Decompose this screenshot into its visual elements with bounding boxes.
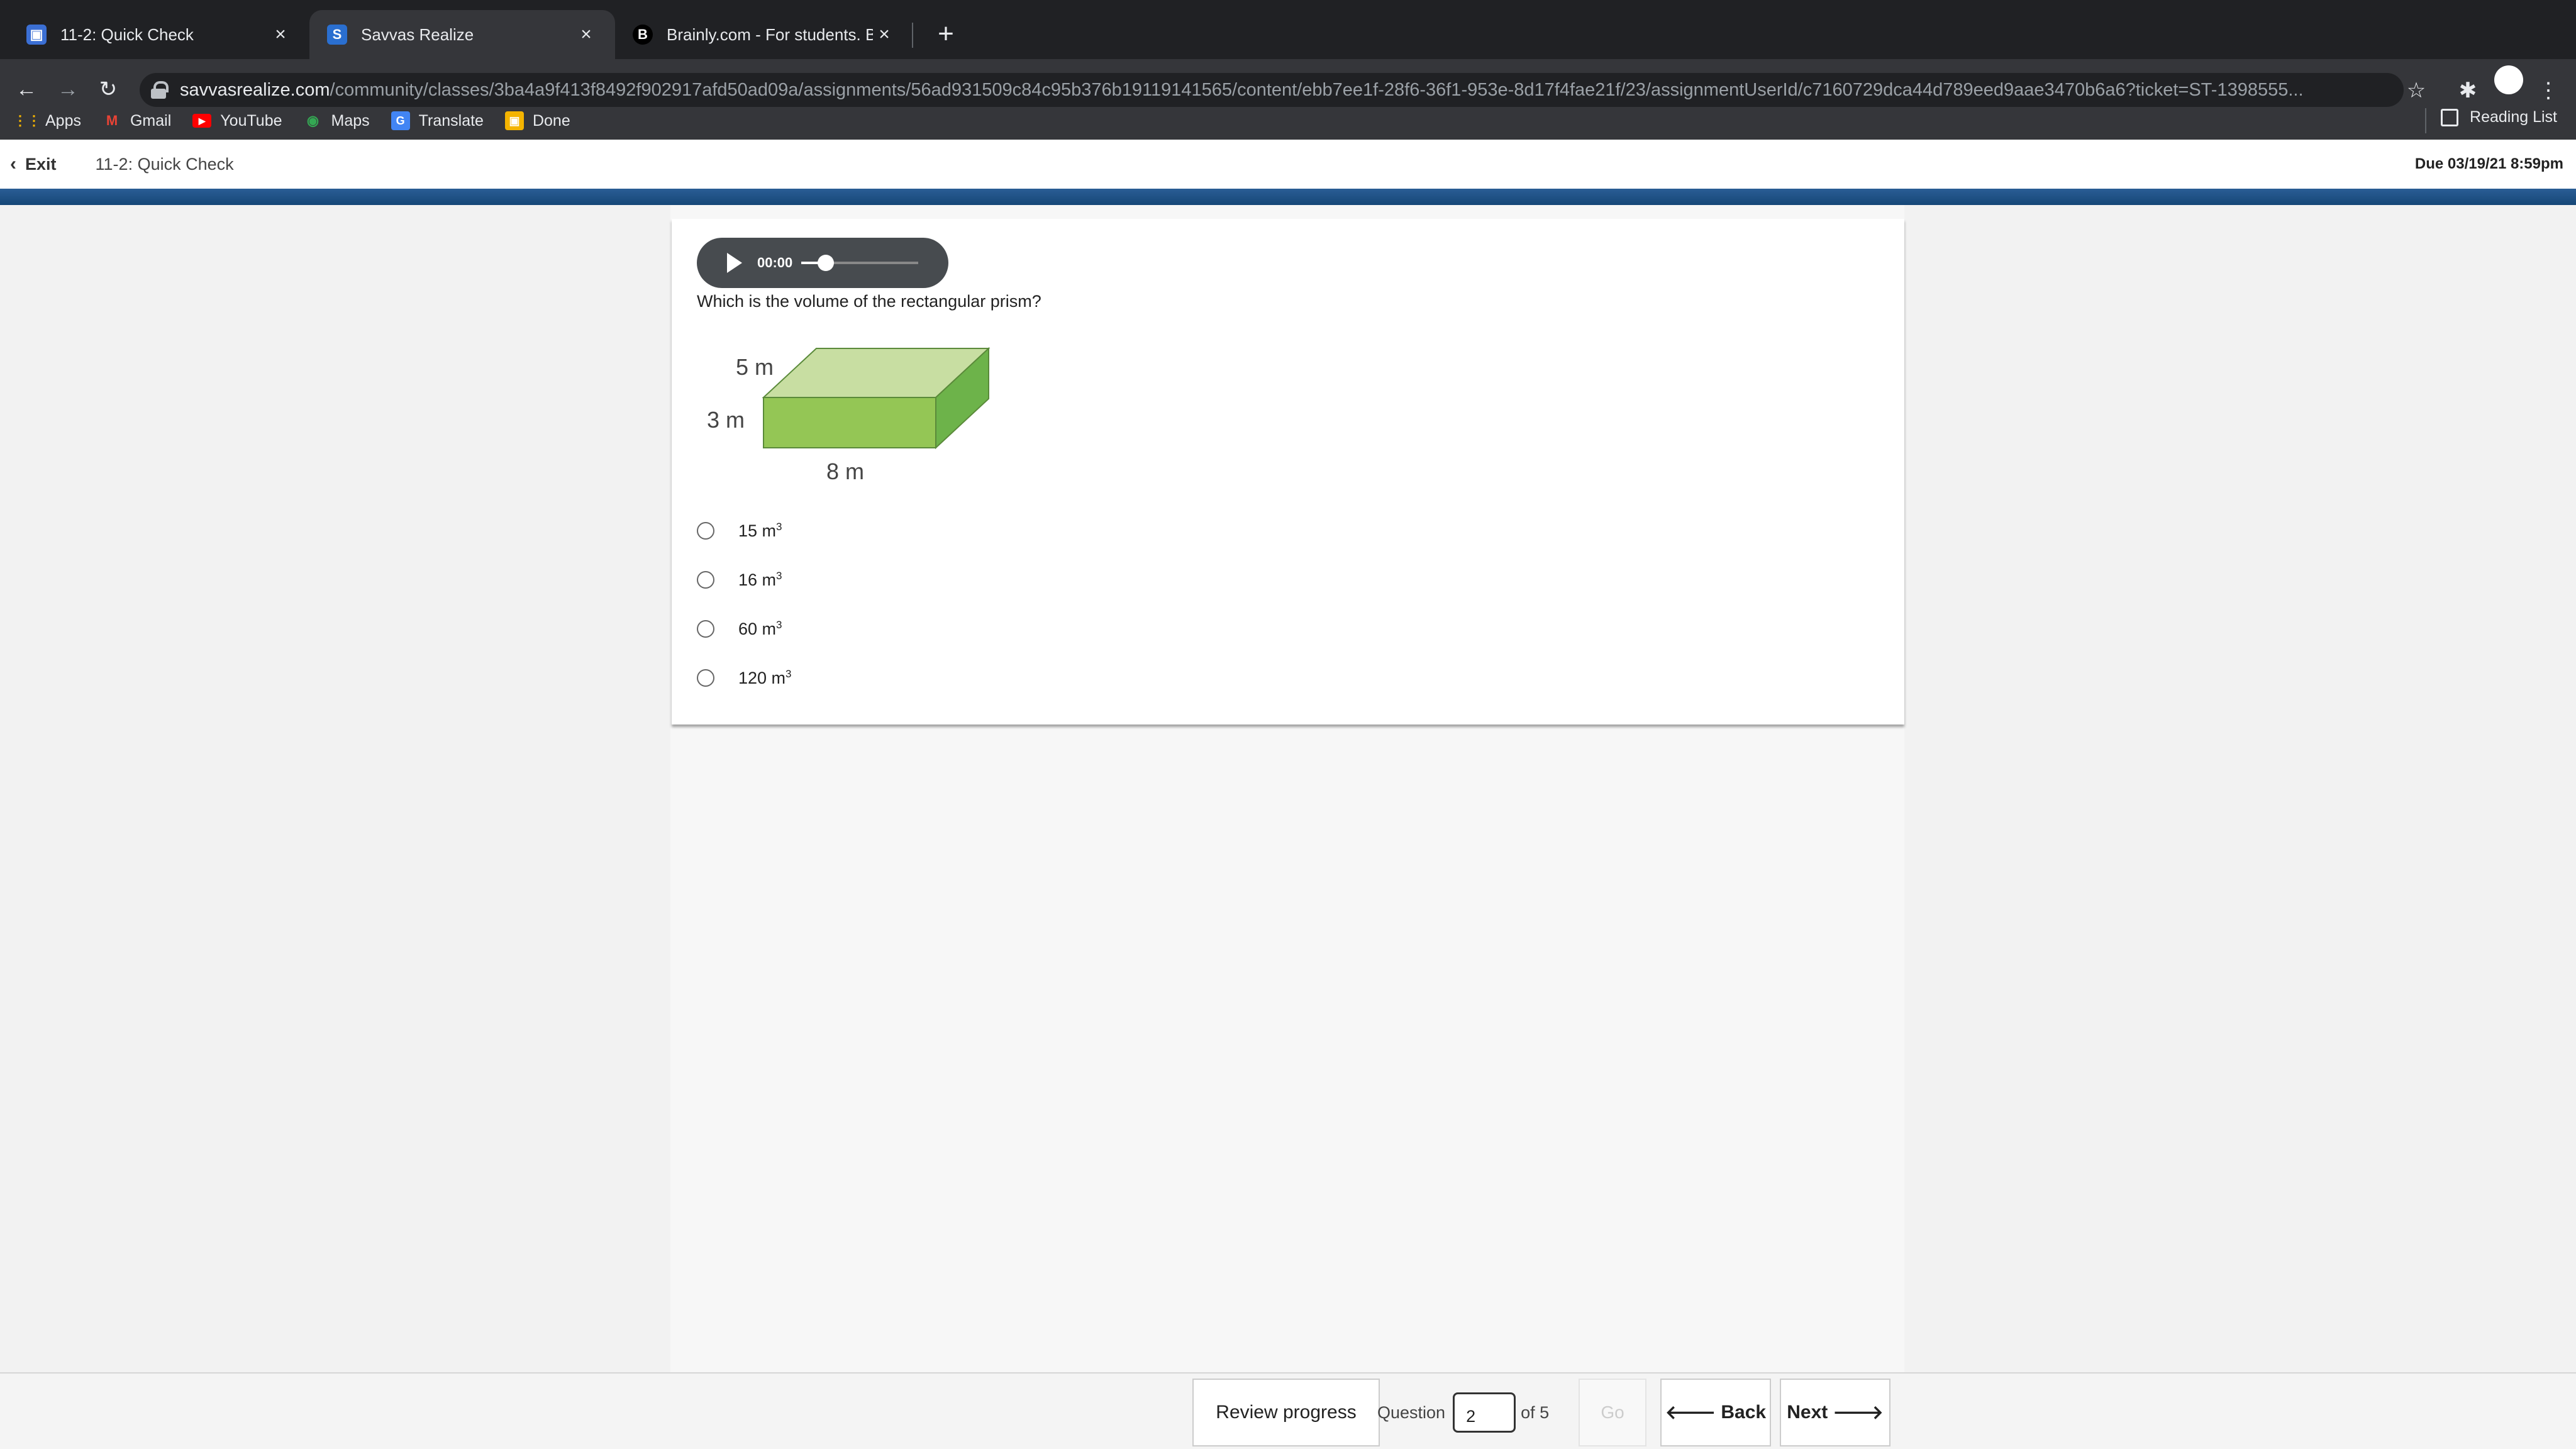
apps-grid-icon: ⋮⋮ (13, 113, 41, 128)
prism-front-face (763, 397, 936, 448)
close-tab-icon[interactable]: × (269, 24, 292, 45)
next-button[interactable]: Next 🡒 (1780, 1379, 1890, 1446)
classroom-icon: ▣ (504, 111, 524, 130)
audio-time: 00:00 (757, 255, 793, 270)
question-label: Question (1377, 1402, 1446, 1422)
browser-tab-bar: ▣ 11-2: Quick Check × S Savvas Realize ×… (0, 0, 2576, 59)
option-label: 60 m3 (738, 619, 782, 639)
option-label: 120 m3 (738, 668, 792, 688)
audio-seek-handle[interactable] (817, 255, 834, 271)
bookmark-label: Translate (418, 111, 484, 130)
question-number-input[interactable] (1453, 1392, 1516, 1433)
maps-pin-icon: ◉ (306, 113, 319, 128)
option-exponent: 3 (776, 521, 782, 533)
back-label: Back (1721, 1402, 1767, 1423)
option-exponent: 3 (786, 668, 792, 680)
radio-button[interactable] (697, 620, 714, 638)
page-title: 11-2: Quick Check (95, 154, 234, 174)
url-path: /community/classes/3ba4a9f413f8492f90291… (330, 79, 2304, 100)
classroom-icon: ▣ (26, 25, 47, 45)
option-exponent: 3 (776, 619, 782, 631)
question-text: Which is the volume of the rectangular p… (697, 292, 1041, 311)
header-accent-bar (0, 189, 2576, 205)
bookmark-translate[interactable]: G Translate (391, 111, 484, 130)
radio-button[interactable] (697, 571, 714, 589)
question-total: of 5 (1521, 1402, 1550, 1422)
youtube-icon: ▶ (192, 114, 212, 128)
audio-seek-slider[interactable] (801, 255, 919, 271)
answer-option[interactable]: 120 m3 (697, 668, 792, 688)
option-label: 15 m3 (738, 521, 782, 541)
go-label: Go (1601, 1402, 1624, 1422)
url-text[interactable]: savvasrealize.com/community/classes/3ba4… (180, 80, 2394, 101)
savvas-logo-icon: S (327, 25, 347, 45)
bookmark-label: Gmail (130, 111, 172, 130)
question-navigator: Question of 5 (1377, 1379, 1549, 1446)
bookmark-label: Maps (331, 111, 370, 130)
due-date: Due 03/19/21 8:59pm (2414, 155, 2563, 172)
option-value: 60 m (738, 619, 777, 638)
radio-button[interactable] (697, 522, 714, 540)
close-tab-icon[interactable]: × (873, 24, 896, 45)
option-value: 16 m (738, 570, 777, 589)
reading-list-label: Reading List (2470, 108, 2557, 126)
rectangular-prism-figure: 5 m 3 m 8 m (707, 347, 991, 484)
review-progress-label: Review progress (1216, 1402, 1357, 1423)
bookmark-youtube[interactable]: ▶ YouTube (192, 112, 282, 130)
bookmark-label: YouTube (220, 111, 282, 130)
tab-title: Brainly.com - For students. By (667, 25, 873, 44)
bookmarks-separator (2425, 108, 2426, 133)
new-tab-icon[interactable]: + (927, 15, 965, 53)
assessment-footer: Review progress Question of 5 Go 🡐 Back … (0, 1372, 2576, 1449)
height-label: 3 m (707, 407, 745, 433)
chevron-left-icon: ‹ (10, 153, 16, 174)
review-progress-button[interactable]: Review progress (1192, 1379, 1380, 1446)
width-label: 8 m (826, 458, 864, 484)
bookmark-gmail[interactable]: M Gmail (103, 111, 171, 130)
question-card: 00:00 Which is the volume of the rectang… (672, 219, 1904, 724)
bookmarks-bar: ⋮⋮ Apps M Gmail ▶ YouTube ◉ Maps G Trans… (0, 102, 2576, 140)
exit-label: Exit (25, 154, 57, 174)
next-label: Next (1787, 1402, 1828, 1423)
go-button[interactable]: Go (1579, 1379, 1646, 1446)
bookmark-maps[interactable]: ◉ Maps (304, 111, 370, 130)
bookmark-done[interactable]: ▣ Done (504, 111, 570, 130)
profile-avatar[interactable] (2494, 65, 2523, 94)
arrow-left-icon: 🡐 (1665, 1402, 1716, 1423)
reading-list-button[interactable]: Reading List (2441, 108, 2557, 126)
reading-list-icon (2441, 108, 2459, 126)
exit-button[interactable]: ‹ Exit (0, 153, 57, 175)
radio-button[interactable] (697, 669, 714, 687)
back-button[interactable]: 🡐 Back (1660, 1379, 1771, 1446)
lock-icon (151, 81, 169, 99)
answer-option[interactable]: 60 m3 (697, 619, 782, 639)
url-host: savvasrealize.com (180, 79, 330, 100)
bookmark-apps[interactable]: ⋮⋮ Apps (13, 111, 81, 130)
tab-quick-check[interactable]: ▣ 11-2: Quick Check × (9, 10, 309, 59)
close-tab-icon[interactable]: × (575, 24, 597, 45)
answer-option[interactable]: 16 m3 (697, 570, 782, 590)
answer-option[interactable]: 15 m3 (697, 521, 782, 541)
option-value: 120 m (738, 669, 786, 687)
tab-separator (912, 23, 913, 48)
bookmark-label: Done (532, 111, 570, 130)
bookmark-label: Apps (45, 111, 81, 130)
tab-savvas-realize[interactable]: S Savvas Realize × (309, 10, 615, 59)
play-icon[interactable] (727, 253, 742, 273)
app-header: ‹ Exit 11-2: Quick Check Due 03/19/21 8:… (0, 140, 2576, 189)
tab-brainly[interactable]: B Brainly.com - For students. By × (615, 10, 913, 59)
translate-icon: G (391, 111, 410, 130)
audio-player: 00:00 (697, 238, 948, 288)
arrow-right-icon: 🡒 (1833, 1402, 1884, 1423)
option-value: 15 m (738, 521, 777, 540)
option-label: 16 m3 (738, 570, 782, 590)
depth-label: 5 m (736, 354, 774, 380)
tab-title: Savvas Realize (361, 25, 474, 44)
brainly-logo-icon: B (633, 25, 653, 45)
option-exponent: 3 (776, 570, 782, 582)
tab-title: 11-2: Quick Check (60, 25, 194, 44)
gmail-icon: M (106, 113, 118, 128)
